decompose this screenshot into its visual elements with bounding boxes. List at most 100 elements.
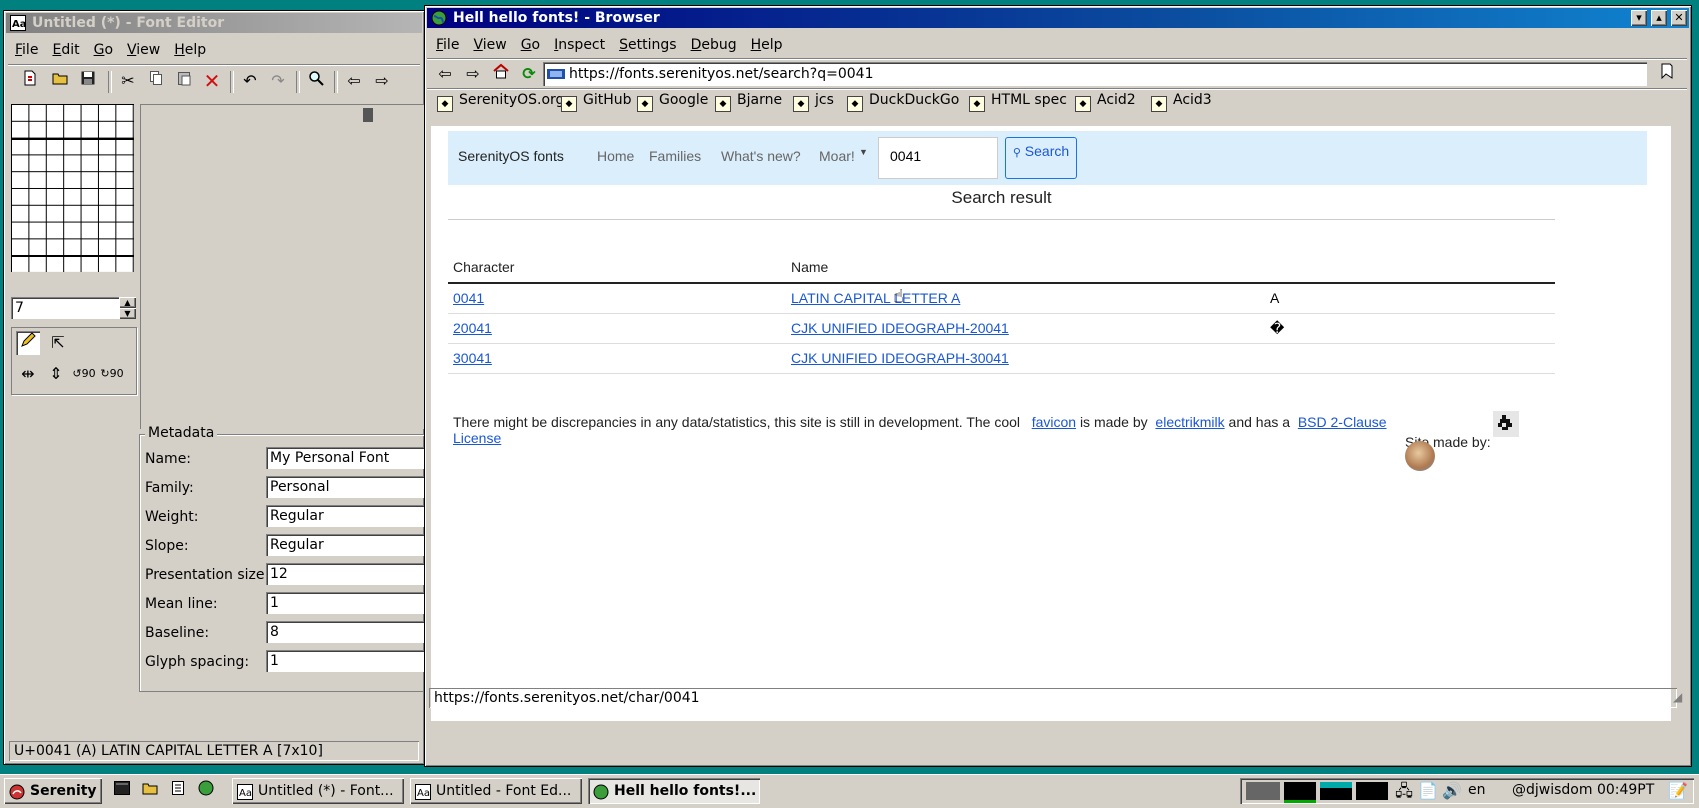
site-search-button[interactable]: ⚲ Search: [1005, 137, 1077, 179]
license-link[interactable]: BSD 2-Clause: [1298, 414, 1387, 430]
back-icon[interactable]: ⇦: [433, 62, 457, 86]
weight-field[interactable]: Regular: [266, 505, 426, 527]
resize-grip-icon[interactable]: ◢: [1673, 690, 1682, 704]
author-avatar[interactable]: [1405, 441, 1435, 471]
file-manager-quicklaunch-icon[interactable]: [138, 779, 162, 803]
family-field[interactable]: Personal: [266, 476, 426, 498]
browser-menu-view[interactable]: View: [466, 34, 513, 56]
minimize-button[interactable]: ▾: [1631, 10, 1647, 26]
new-file-icon[interactable]: [18, 69, 42, 93]
home-icon[interactable]: [489, 62, 513, 86]
nav-home[interactable]: Home: [597, 148, 634, 164]
menu-file[interactable]: File: [8, 39, 45, 61]
name-link-latin-capital-letter-a[interactable]: LATIN CAPITAL LETTER A: [791, 290, 960, 306]
save-icon[interactable]: [76, 69, 100, 93]
browser-menu-settings[interactable]: Settings: [612, 34, 683, 56]
clock[interactable]: @djwisdom 00:49PT: [1512, 782, 1654, 798]
spin-up-button[interactable]: ▲: [119, 297, 136, 308]
redo-icon[interactable]: ↷: [266, 69, 290, 93]
nav-moar[interactable]: Moar!: [819, 148, 855, 164]
volume-icon[interactable]: 🔊: [1440, 779, 1464, 803]
task-font-editor[interactable]: Aa Untitled - Font Ed...: [410, 778, 582, 804]
bookmark-jcs[interactable]: ◆ jcs: [793, 89, 834, 112]
moar-dropdown-icon[interactable]: ▼: [859, 147, 868, 157]
rotate-clockwise-icon[interactable]: ↻90: [100, 362, 124, 386]
terminal-quicklaunch-icon[interactable]: [110, 779, 134, 803]
network-status-icon[interactable]: 🖧: [1392, 779, 1416, 803]
baseline-field[interactable]: 8: [266, 621, 426, 643]
browser-menu-go[interactable]: Go: [514, 34, 547, 56]
browser-quicklaunch-icon[interactable]: [194, 779, 218, 803]
menu-view[interactable]: View: [120, 39, 167, 61]
copy-icon[interactable]: [144, 69, 168, 93]
browser-titlebar[interactable]: Hell hello fonts! - Browser ▾ ▴ ✕: [427, 8, 1689, 28]
flip-horizontal-icon[interactable]: ⇹: [16, 362, 40, 386]
browser-menu-inspect[interactable]: Inspect: [547, 34, 612, 56]
keyboard-layout[interactable]: en: [1468, 782, 1486, 798]
glyph-width-spinbox[interactable]: 7: [11, 297, 119, 319]
bookmark-icon[interactable]: [1655, 62, 1679, 86]
bookmark-acid3[interactable]: ◆ Acid3: [1151, 89, 1212, 112]
author-link[interactable]: electrikmilk: [1155, 414, 1224, 430]
license-link-continued[interactable]: License: [453, 430, 501, 446]
menu-go[interactable]: Go: [87, 39, 120, 61]
rotate-counterclockwise-icon[interactable]: ↺90: [72, 362, 96, 386]
address-bar[interactable]: https://fonts.serenityos.net/search?q=00…: [543, 62, 1647, 86]
previous-icon[interactable]: ⇦: [342, 69, 366, 93]
char-link-0041[interactable]: 0041: [453, 290, 484, 306]
start-button[interactable]: Serenity: [4, 778, 102, 804]
slope-field[interactable]: Regular: [266, 534, 426, 556]
bookmark-duckduckgo[interactable]: ◆ DuckDuckGo: [847, 89, 959, 112]
char-link-20041[interactable]: 20041: [453, 320, 492, 336]
site-brand[interactable]: SerenityOS fonts: [458, 148, 564, 164]
name-link-cjk-20041[interactable]: CJK UNIFIED IDEOGRAPH-20041: [791, 320, 1009, 336]
menu-edit[interactable]: Edit: [45, 39, 86, 61]
next-icon[interactable]: ⇨: [370, 69, 394, 93]
cut-icon[interactable]: ✂: [116, 69, 140, 93]
glyph-editor-grid[interactable]: [11, 104, 134, 272]
glyph-map[interactable]: [140, 104, 424, 429]
undo-icon[interactable]: ↶: [238, 69, 262, 93]
text-editor-quicklaunch-icon[interactable]: [166, 779, 190, 803]
bookmark-acid2[interactable]: ◆ Acid2: [1075, 89, 1136, 112]
bookmark-google[interactable]: ◆ Google: [637, 89, 708, 112]
menu-help[interactable]: Help: [167, 39, 213, 61]
glyph-spacing-field[interactable]: 1: [266, 650, 426, 672]
browser-menu-help[interactable]: Help: [744, 34, 790, 56]
flip-vertical-icon[interactable]: ⇕: [44, 362, 68, 386]
notes-icon[interactable]: 📝: [1666, 779, 1690, 803]
open-folder-icon[interactable]: [48, 69, 72, 93]
spin-down-button[interactable]: ▼: [119, 308, 136, 319]
nav-whats-new[interactable]: What's new?: [721, 148, 801, 164]
bookmark-html-spec[interactable]: ◆ HTML spec: [969, 89, 1067, 112]
forward-icon[interactable]: ⇨: [461, 62, 485, 86]
font-editor-titlebar[interactable]: Aa Untitled (*) - Font Editor: [6, 13, 422, 33]
bookmark-github[interactable]: ◆ GitHub: [561, 89, 632, 112]
glyph-map-scrollbar-thumb[interactable]: [363, 108, 373, 122]
site-search-input[interactable]: 0041: [878, 137, 998, 179]
task-font-editor-modified[interactable]: Aa Untitled (*) - Font...: [232, 778, 404, 804]
web-page-viewport[interactable]: SerenityOS fonts Home Families What's ne…: [431, 126, 1671, 721]
browser-menu-debug[interactable]: Debug: [684, 34, 744, 56]
search-icon[interactable]: [304, 69, 328, 93]
reload-icon[interactable]: ⟳: [517, 62, 541, 86]
browser-menu-file[interactable]: File: [429, 34, 466, 56]
clipboard-icon[interactable]: 📄: [1416, 779, 1440, 803]
task-browser-active[interactable]: Hell hello fonts!...: [588, 778, 760, 804]
magnifier-icon: ⚲: [1012, 147, 1021, 159]
paste-icon[interactable]: [172, 69, 196, 93]
name-link-cjk-30041[interactable]: CJK UNIFIED IDEOGRAPH-30041: [791, 350, 1009, 366]
favicon-link[interactable]: favicon: [1032, 414, 1076, 430]
pencil-icon[interactable]: [16, 331, 40, 355]
delete-icon[interactable]: ✕: [200, 69, 224, 93]
presentation-size-field[interactable]: 12: [266, 563, 426, 585]
char-link-30041[interactable]: 30041: [453, 350, 492, 366]
mean-line-field[interactable]: 1: [266, 592, 426, 614]
name-field[interactable]: My Personal Font: [266, 447, 426, 469]
bookmark-serenityos[interactable]: ◆ SerenityOS.org: [437, 89, 564, 112]
close-button[interactable]: ✕: [1671, 10, 1687, 26]
nav-families[interactable]: Families: [649, 148, 701, 164]
move-icon[interactable]: ⇱: [46, 331, 70, 355]
maximize-button[interactable]: ▴: [1651, 10, 1667, 26]
bookmark-bjarne[interactable]: ◆ Bjarne: [715, 89, 782, 112]
